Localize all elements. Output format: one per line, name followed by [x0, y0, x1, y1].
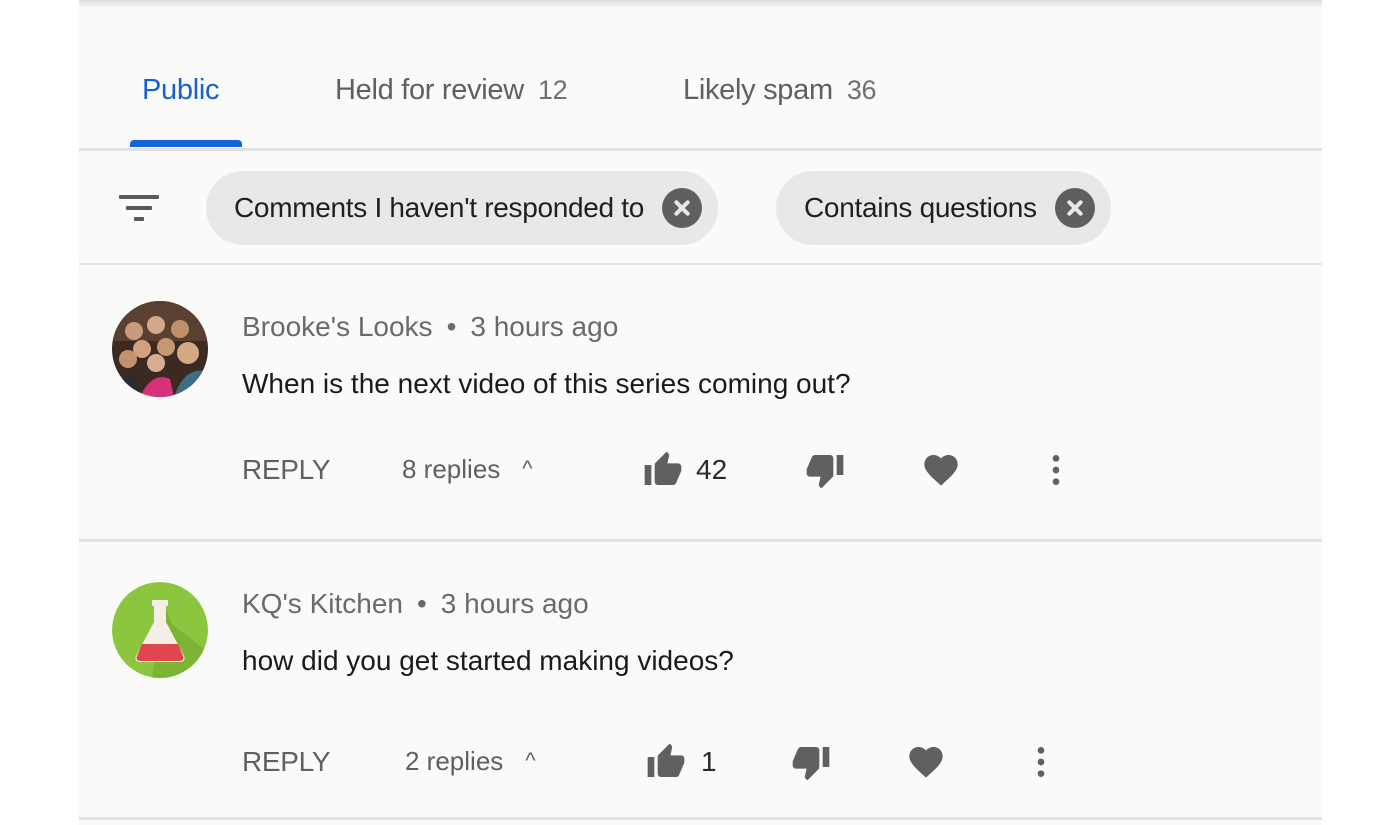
filter-chip-contains-questions[interactable]: Contains questions: [776, 171, 1111, 245]
more-vert-icon[interactable]: [1036, 450, 1076, 490]
comment-divider: [79, 817, 1322, 820]
heart-icon[interactable]: [906, 742, 946, 782]
more-vert-icon[interactable]: [1021, 742, 1061, 782]
chip-label: Contains questions: [804, 192, 1037, 223]
filter-bar: Comments I haven't responded to Contains…: [79, 151, 1322, 263]
chip-label: Comments I haven't responded to: [234, 192, 645, 223]
avatar[interactable]: [112, 301, 208, 397]
tab-count: 12: [537, 75, 568, 105]
group-photo-avatar-icon: [112, 301, 208, 397]
comment-author[interactable]: KQ's Kitchen: [242, 588, 403, 619]
comment-text: how did you get started making videos?: [242, 645, 734, 676]
comment-meta: KQ's Kitchen • 3 hours ago: [242, 588, 589, 620]
tab-label: Held for review: [335, 74, 524, 106]
tab-label: Likely spam: [683, 74, 833, 106]
comment-actions: REPLY 2 replies ^ 1: [242, 738, 1142, 788]
thumbs-up-icon[interactable]: [646, 742, 686, 782]
filter-chip-not-responded[interactable]: Comments I haven't responded to: [206, 171, 719, 245]
avatar[interactable]: [112, 582, 208, 678]
comment-divider: [79, 539, 1322, 542]
reply-button[interactable]: REPLY: [242, 454, 331, 486]
thumbs-up-icon[interactable]: [643, 450, 683, 490]
tab-label: Public: [142, 74, 220, 106]
active-tab-indicator: [130, 140, 242, 147]
tab-likely-spam[interactable]: Likely spam 36: [683, 74, 877, 107]
reply-button[interactable]: REPLY: [242, 746, 331, 778]
comment-time[interactable]: 3 hours ago: [441, 588, 589, 619]
like-count: 42: [696, 454, 728, 485]
heart-icon[interactable]: [921, 450, 961, 490]
comment-tabs: Public Held for review 12 Likely spam 36: [79, 60, 1322, 148]
top-shadow: [79, 0, 1322, 8]
flask-avatar-icon: [112, 582, 208, 678]
comment-author[interactable]: Brooke's Looks: [242, 311, 433, 342]
tab-held-for-review[interactable]: Held for review 12: [335, 74, 568, 107]
meta-separator: •: [416, 588, 427, 619]
filter-icon[interactable]: [117, 191, 161, 225]
replies-toggle[interactable]: 8 replies ^: [402, 454, 533, 485]
comments-panel: Public Held for review 12 Likely spam 36 C…: [79, 0, 1322, 825]
thumbs-down-icon[interactable]: [805, 450, 845, 490]
tab-count: 36: [846, 75, 877, 105]
close-circle-icon[interactable]: [1054, 188, 1095, 228]
comment-meta: Brooke's Looks • 3 hours ago: [242, 311, 618, 343]
comment-text: When is the next video of this series co…: [242, 368, 851, 399]
chevron-up-icon: ^: [525, 748, 536, 773]
replies-count: 2 replies: [405, 746, 504, 776]
meta-separator: •: [446, 311, 457, 342]
chevron-up-icon: ^: [522, 456, 533, 481]
filter-divider: [79, 263, 1322, 265]
replies-count: 8 replies: [402, 454, 501, 484]
like-count: 1: [701, 746, 717, 777]
replies-toggle[interactable]: 2 replies ^: [405, 746, 536, 777]
close-circle-icon[interactable]: [662, 188, 703, 228]
thumbs-down-icon[interactable]: [791, 742, 831, 782]
comment-actions: REPLY 8 replies ^ 42: [242, 446, 1142, 496]
tab-public[interactable]: Public: [142, 74, 219, 107]
comment-time[interactable]: 3 hours ago: [470, 311, 618, 342]
